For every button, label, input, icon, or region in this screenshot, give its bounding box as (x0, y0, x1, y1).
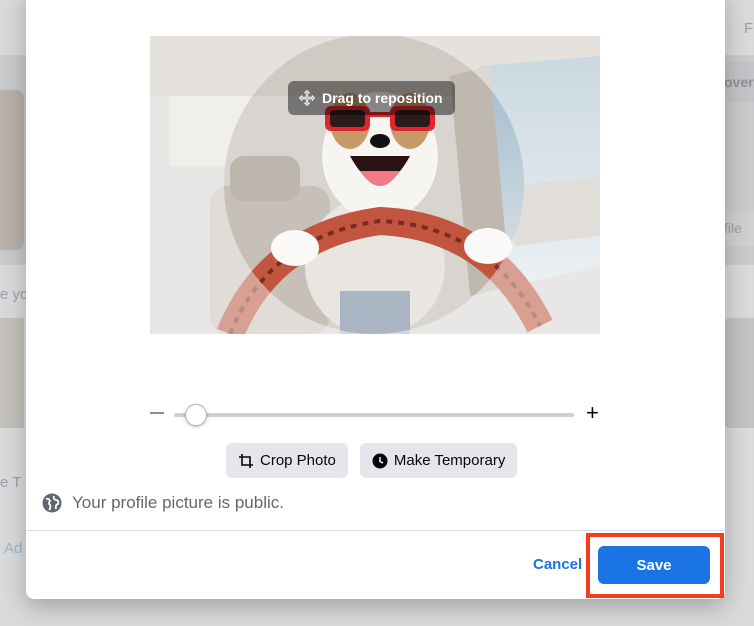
cancel-button[interactable]: Cancel (533, 556, 582, 573)
background-text: over (724, 74, 754, 90)
background-text: file (724, 220, 742, 236)
globe-icon (42, 493, 62, 513)
zoom-slider-thumb[interactable] (185, 404, 208, 426)
crop-photo-label: Crop Photo (260, 452, 336, 469)
drag-to-reposition-label: Drag to reposition (322, 90, 443, 106)
privacy-text: Your profile picture is public. (72, 493, 284, 512)
background-thumbnail (0, 318, 24, 428)
zoom-slider-row: + (150, 396, 602, 432)
background-text: e yo (0, 286, 29, 303)
zoom-in-button[interactable]: + (586, 398, 599, 428)
crop-icon (239, 453, 253, 468)
clock-icon (372, 453, 388, 468)
background-edit-profile-button: file (724, 212, 754, 246)
save-button[interactable]: Save (598, 546, 710, 584)
drag-to-reposition-hint[interactable]: Drag to reposition (288, 81, 455, 115)
footer-divider (26, 530, 725, 531)
background-edit-cover-button: over (724, 62, 754, 102)
zoom-slider-track[interactable] (174, 413, 574, 417)
make-temporary-label: Make Temporary (393, 452, 506, 469)
background-profile-photo (0, 90, 24, 250)
move-arrows-icon (298, 89, 316, 107)
update-profile-picture-dialog: Drag to reposition + Crop Photo Make Tem… (26, 0, 725, 599)
photo-actions: Crop Photo Make Temporary (226, 443, 518, 478)
background-right-card (724, 318, 754, 428)
background-text: F (744, 20, 754, 37)
crop-photo-button[interactable]: Crop Photo (226, 443, 348, 478)
privacy-notice: Your profile picture is public. (42, 493, 284, 513)
background-text: Ad (4, 540, 23, 557)
make-temporary-button[interactable]: Make Temporary (359, 443, 518, 478)
zoom-out-button[interactable] (150, 412, 164, 414)
background-text: e T (0, 474, 22, 491)
